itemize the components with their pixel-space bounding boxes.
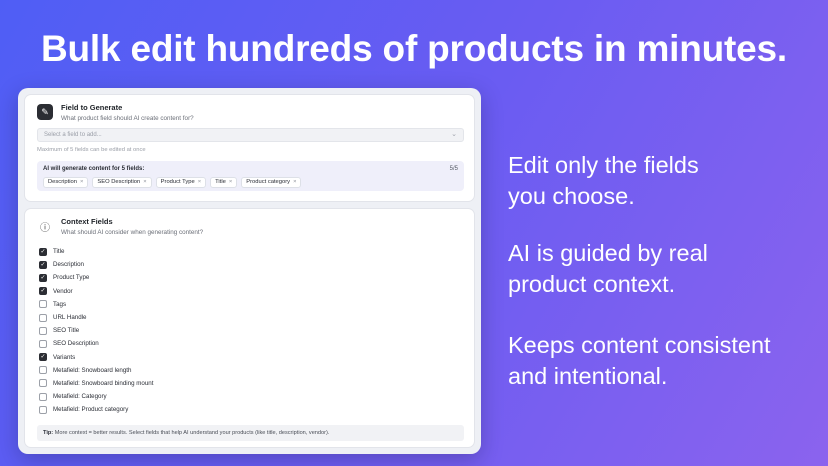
- context-field-checkbox[interactable]: ✓: [39, 260, 47, 269]
- selected-fields-count: 5/5: [449, 166, 458, 172]
- selected-field-tag: Product Type ×: [155, 177, 207, 188]
- selected-fields-box: AI will generate content for 5 fields: 5…: [37, 161, 464, 191]
- selected-field-tag: Description ×: [43, 177, 89, 188]
- context-field-item[interactable]: Tags: [39, 298, 153, 311]
- field-to-generate-title: Field to Generate: [61, 103, 123, 112]
- context-field-item[interactable]: Metafield: Category: [39, 390, 153, 403]
- context-field-item[interactable]: Metafield: Snowboard binding mount: [39, 377, 153, 390]
- context-fields-title: Context Fields: [61, 217, 113, 226]
- context-field-item[interactable]: SEO Description: [39, 337, 153, 350]
- context-field-item[interactable]: SEO Title: [39, 324, 153, 337]
- selected-field-tag-label: Description: [48, 179, 77, 185]
- feature-bullet-3-line-1: Keeps content consistent: [508, 332, 771, 358]
- context-field-label: Variants: [53, 353, 76, 361]
- checkmark-icon: ✓: [40, 288, 46, 295]
- context-field-label: SEO Title: [53, 327, 80, 335]
- field-select-placeholder: Select a field to add...: [44, 132, 102, 138]
- context-field-label: Metafield: Category: [53, 393, 107, 401]
- tip-box: Tip: More context = better results. Sele…: [37, 425, 464, 441]
- context-fields-header: ⓘ Context Fields What should AI consider…: [37, 217, 203, 237]
- context-field-checkbox[interactable]: [39, 366, 47, 375]
- checkmark-icon: ✓: [40, 354, 46, 361]
- selected-field-tag: Title ×: [210, 177, 238, 188]
- selected-fields-tags: Description × SEO Description × Product Type…: [43, 177, 302, 188]
- context-field-item[interactable]: Metafield: Snowboard length: [39, 364, 153, 377]
- selected-field-tag-label: Product Type: [160, 179, 195, 185]
- context-field-item[interactable]: ✓ Title: [39, 245, 153, 258]
- selected-field-tag-label: Title: [215, 179, 226, 185]
- headline: Bulk edit hundreds of products in minute…: [40, 28, 788, 69]
- context-field-label: SEO Description: [53, 340, 99, 348]
- context-field-label: Vendor: [53, 287, 73, 295]
- feature-bullet-3: Keeps content consistent and intentional…: [508, 330, 771, 392]
- selected-field-tag: SEO Description ×: [92, 177, 152, 188]
- close-icon[interactable]: ×: [229, 179, 232, 185]
- checkmark-icon: ✓: [40, 248, 46, 255]
- feature-bullet-1-line-2: you choose.: [508, 183, 635, 209]
- checkmark-icon: ✓: [40, 274, 46, 281]
- max-fields-note: Maximum of 5 fields can be edited at onc…: [37, 147, 146, 153]
- context-field-item[interactable]: ✓ Product Type: [39, 271, 153, 284]
- context-field-item[interactable]: URL Handle: [39, 311, 153, 324]
- context-field-label: URL Handle: [53, 314, 87, 322]
- close-icon[interactable]: ×: [80, 179, 83, 185]
- tip-label: Tip:: [43, 430, 54, 436]
- selected-fields-title: AI will generate content for 5 fields:: [43, 166, 145, 172]
- feature-bullet-1-line-1: Edit only the fields: [508, 152, 699, 178]
- feature-bullet-2: AI is guided by real product context.: [508, 238, 708, 300]
- info-icon: ⓘ: [37, 218, 53, 234]
- context-field-checkbox[interactable]: [39, 300, 47, 309]
- context-field-item[interactable]: ✓ Variants: [39, 351, 153, 364]
- checkmark-icon: ✓: [40, 261, 46, 268]
- context-field-checkbox[interactable]: ✓: [39, 287, 47, 296]
- field-to-generate-card: ✎ Field to Generate What product field s…: [24, 94, 475, 202]
- context-field-label: Description: [53, 261, 84, 269]
- tip-text: More context = better results. Select fi…: [54, 430, 330, 436]
- feature-bullet-3-line-2: and intentional.: [508, 363, 668, 389]
- context-field-checkbox[interactable]: [39, 339, 47, 348]
- close-icon[interactable]: ×: [293, 179, 296, 185]
- feature-bullet-2-line-2: product context.: [508, 271, 676, 297]
- context-field-label: Metafield: Snowboard length: [53, 366, 132, 374]
- field-select[interactable]: Select a field to add... ⌄: [37, 128, 464, 142]
- context-field-checkbox[interactable]: [39, 313, 47, 322]
- context-field-item[interactable]: Metafield: Product category: [39, 403, 153, 416]
- context-field-checkbox[interactable]: ✓: [39, 247, 47, 256]
- context-field-checkbox[interactable]: [39, 326, 47, 335]
- context-field-item[interactable]: ✓ Description: [39, 258, 153, 271]
- context-field-label: Metafield: Snowboard binding mount: [53, 379, 154, 387]
- context-fields-list: ✓ Title ✓ Description ✓ Product Type ✓ Vendor Ta…: [39, 245, 153, 416]
- pencil-icon: ✎: [37, 104, 53, 120]
- context-field-checkbox[interactable]: [39, 405, 47, 414]
- selected-field-tag-label: Product category: [246, 179, 291, 185]
- context-field-checkbox[interactable]: [39, 392, 47, 401]
- app-panel: ✎ Field to Generate What product field s…: [18, 88, 481, 454]
- context-fields-card: ⓘ Context Fields What should AI consider…: [24, 208, 475, 448]
- field-to-generate-subtitle: What product field should AI create cont…: [61, 115, 194, 122]
- context-field-label: Tags: [53, 300, 67, 308]
- chevron-icon: ⌄: [451, 131, 457, 138]
- selected-field-tag: Product category ×: [241, 177, 302, 188]
- field-to-generate-header: ✎ Field to Generate What product field s…: [37, 103, 194, 123]
- context-fields-subtitle: What should AI consider when generating …: [61, 229, 204, 236]
- feature-bullet-1: Edit only the fields you choose.: [508, 150, 699, 212]
- close-icon[interactable]: ×: [143, 179, 146, 185]
- close-icon[interactable]: ×: [198, 179, 201, 185]
- feature-bullet-2-line-1: AI is guided by real: [508, 240, 708, 266]
- context-field-checkbox[interactable]: ✓: [39, 353, 47, 362]
- context-field-checkbox[interactable]: [39, 379, 47, 388]
- context-field-label: Title: [53, 248, 65, 256]
- context-field-item[interactable]: ✓ Vendor: [39, 285, 153, 298]
- context-field-checkbox[interactable]: ✓: [39, 273, 47, 282]
- selected-field-tag-label: SEO Description: [97, 179, 141, 185]
- context-field-label: Product Type: [53, 274, 90, 282]
- context-field-label: Metafield: Product category: [53, 406, 129, 414]
